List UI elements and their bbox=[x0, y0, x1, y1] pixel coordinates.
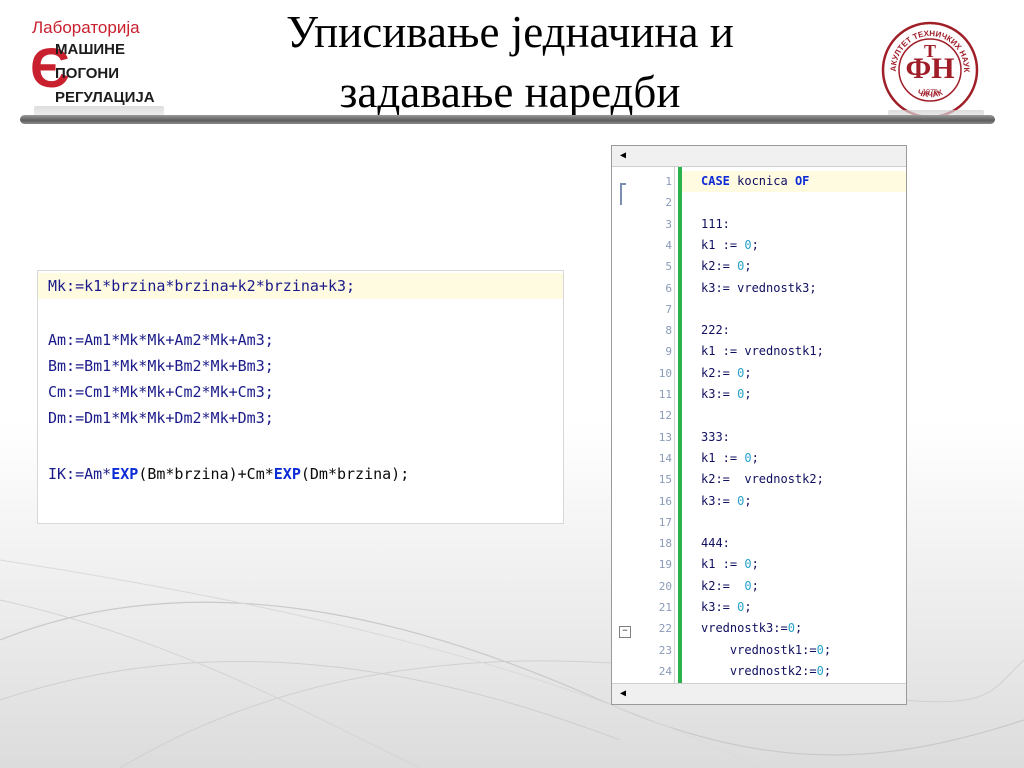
editor-code-line[interactable]: 111: bbox=[701, 214, 730, 235]
code-line-ik: IK:=Am*EXP(Bm*brzina)+Cm*EXP(Dm*brzina); bbox=[48, 465, 410, 483]
line-number: 15 bbox=[658, 473, 672, 486]
line-number: 2 bbox=[665, 196, 672, 209]
line-number: 21 bbox=[658, 601, 672, 614]
line-number: 1 bbox=[665, 175, 672, 188]
editor-code-line[interactable]: vrednostk1:=0; bbox=[701, 640, 831, 661]
scroll-left-icon[interactable]: ◀ bbox=[616, 687, 630, 701]
editor-code-line[interactable]: k3:= 0; bbox=[701, 491, 752, 512]
line-number: 16 bbox=[658, 495, 672, 508]
editor-code-line[interactable]: vrednostk2:=0; bbox=[701, 661, 831, 682]
editor-code-line[interactable]: k3:= vrednostk3; bbox=[701, 278, 817, 299]
slide-title-line-2: задавање наредби bbox=[339, 67, 681, 117]
line-number: 6 bbox=[665, 282, 672, 295]
editor-code-line[interactable]: 444: bbox=[701, 533, 730, 554]
code-line: Bm:=Bm1*Mk*Mk+Bm2*Mk+Bm3; bbox=[48, 357, 274, 375]
line-number: 18 bbox=[658, 537, 672, 550]
editor-code-line[interactable]: k2:= 0; bbox=[701, 576, 759, 597]
line-number: 9 bbox=[665, 345, 672, 358]
logo-line-3: РЕГУЛАЦИЈА bbox=[55, 89, 155, 106]
code-line: Cm:=Cm1*Mk*Mk+Cm2*Mk+Cm3; bbox=[48, 383, 274, 401]
horizontal-scrollbar-bottom[interactable]: ◀ bbox=[612, 683, 906, 704]
line-number: 7 bbox=[665, 303, 672, 316]
code-line: Dm:=Dm1*Mk*Mk+Dm2*Mk+Dm3; bbox=[48, 409, 274, 427]
logo-line-2: ПОГОНИ bbox=[55, 65, 120, 82]
horizontal-scrollbar-top[interactable]: ◀ bbox=[612, 146, 906, 167]
line-number: 19 bbox=[658, 558, 672, 571]
editor-code-line[interactable]: k1 := vrednostk1; bbox=[701, 341, 824, 362]
editor-code-line[interactable]: k2:= 0; bbox=[701, 363, 752, 384]
line-number: 10 bbox=[658, 367, 672, 380]
change-indicator-bar bbox=[678, 167, 682, 683]
editor-code-line[interactable]: k2:= 0; bbox=[701, 256, 752, 277]
line-number: 14 bbox=[658, 452, 672, 465]
line-number: 8 bbox=[665, 324, 672, 337]
header-divider bbox=[20, 115, 995, 124]
line-number: 5 bbox=[665, 260, 672, 273]
code-editor[interactable]: ◀ − 1 CASE kocnica OF 2 3 111: 4 k1 := 0; 5 k2:=… bbox=[611, 145, 907, 705]
svg-text:Т: Т bbox=[924, 41, 936, 61]
fold-bracket-icon bbox=[620, 183, 626, 205]
logo-top-text: Лабораторија bbox=[32, 18, 140, 37]
editor-code-line[interactable]: vrednostk3:=0; bbox=[701, 618, 802, 639]
editor-code-line[interactable]: 222: bbox=[701, 320, 730, 341]
equations-code-panel: Mk:=k1*brzina*brzina+k2*brzina+k3; Am:=A… bbox=[37, 270, 564, 524]
line-number: 23 bbox=[658, 644, 672, 657]
code-line: Am:=Am1*Mk*Mk+Am2*Mk+Am3; bbox=[48, 331, 274, 349]
line-number: 13 bbox=[658, 431, 672, 444]
editor-code-line[interactable]: k2:= vrednostk2; bbox=[701, 469, 824, 490]
slide-title: Уписивање једначина и задавање наредби bbox=[180, 2, 840, 122]
editor-code-line[interactable]: 333: bbox=[701, 427, 730, 448]
editor-code-line[interactable]: k3:= 0; bbox=[701, 597, 752, 618]
editor-code-line[interactable]: k1 := 0; bbox=[701, 448, 759, 469]
editor-code-line[interactable]: k3:= 0; bbox=[701, 384, 752, 405]
editor-code-line[interactable]: k1 := 0; bbox=[701, 235, 759, 256]
code-line: Mk:=k1*brzina*brzina+k2*brzina+k3; bbox=[38, 273, 563, 299]
slide-title-line-1: Уписивање једначина и bbox=[286, 7, 734, 57]
faculty-seal: ФАКУЛТЕТ ТЕХНИЧКИХ НАУКА ЧАЧАК ФН Т 1975 bbox=[880, 20, 979, 119]
line-number: 11 bbox=[658, 388, 672, 401]
line-number: 20 bbox=[658, 580, 672, 593]
scroll-left-icon[interactable]: ◀ bbox=[616, 149, 630, 163]
line-number: 24 bbox=[658, 665, 672, 678]
line-number: 12 bbox=[658, 409, 672, 422]
editor-code-line[interactable]: k1 := 0; bbox=[701, 554, 759, 575]
line-number: 3 bbox=[665, 218, 672, 231]
collapse-icon[interactable]: − bbox=[619, 626, 631, 638]
logo-line-1: МАШИНЕ bbox=[55, 41, 126, 58]
lab-logo: Лабораторија Є МАШИНЕ ПОГОНИ РЕГУЛАЦИЈА bbox=[22, 10, 172, 120]
seal-year: 1975 bbox=[922, 89, 938, 96]
line-number: 22 bbox=[658, 622, 672, 635]
editor-code-line[interactable]: CASE kocnica OF bbox=[682, 171, 906, 192]
line-number: 17 bbox=[658, 516, 672, 529]
line-number: 4 bbox=[665, 239, 672, 252]
